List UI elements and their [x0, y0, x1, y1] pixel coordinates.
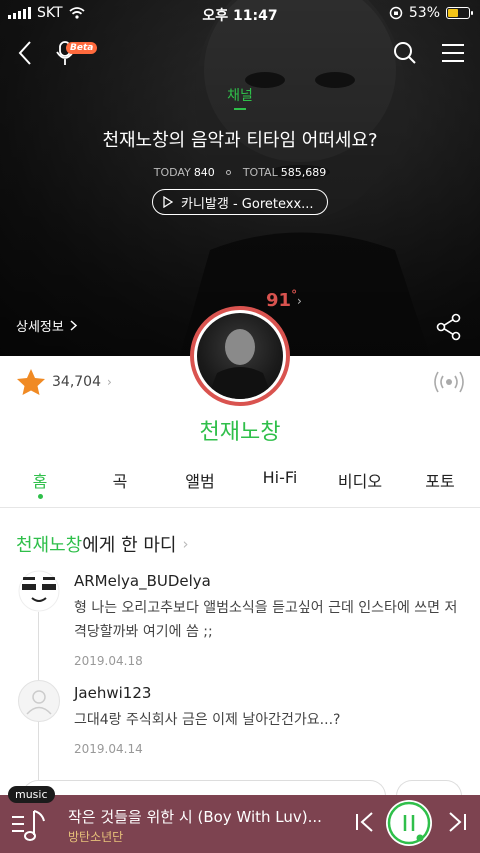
share-icon[interactable]: [436, 313, 462, 341]
skip-next-icon[interactable]: [442, 807, 472, 837]
chevron-right-icon: ›: [182, 535, 189, 553]
channel-track-title: 카니발갱 - Goretexx...: [181, 196, 314, 212]
artist-tabs: 홈 곡 앨범 Hi-Fi 비디오 포토: [0, 466, 480, 506]
comment-date: 2019.04.18: [74, 654, 143, 668]
comment-username[interactable]: Jaehwi123: [74, 684, 151, 702]
tab-photos[interactable]: 포토: [400, 466, 480, 506]
total-count: 585,689: [280, 166, 327, 179]
default-user-icon: [26, 690, 52, 715]
comment-username[interactable]: ARMelya_BUDelya: [74, 572, 211, 590]
divider: [0, 507, 480, 508]
mini-player[interactable]: music 작은 것들을 위한 시 (Boy With Luv)... 방탄소년…: [0, 786, 480, 853]
rotation-lock-icon: [389, 6, 403, 20]
visit-stats: TODAY 840 TOTAL 585,689: [0, 166, 480, 179]
hamburger-menu-icon: [442, 44, 464, 62]
artist-name: 천재노창: [199, 420, 281, 445]
detail-info-link[interactable]: 상세정보: [16, 316, 77, 335]
menu-button[interactable]: [436, 36, 470, 70]
artist-avatar[interactable]: [190, 306, 290, 406]
today-label: TODAY: [153, 166, 191, 179]
comment-text: 형 나는 오리고추보다 앨범소식을 듣고싶어 근데 인스타에 쓰면 저격당할까봐…: [74, 600, 458, 640]
chevron-right-icon: ›: [297, 294, 302, 308]
comment-text: 그대4랑 주식회사 금은 이제 날아간건가요...?: [74, 712, 341, 728]
broadcast-icon[interactable]: [432, 368, 466, 396]
skip-previous-icon[interactable]: [350, 807, 380, 837]
avatar[interactable]: [18, 570, 60, 612]
music-badge: music: [8, 786, 55, 803]
avatar[interactable]: [18, 680, 60, 722]
channel-title: 천재노창의 음악과 티타임 어떠세요?: [102, 130, 378, 151]
back-button[interactable]: [8, 36, 42, 70]
top-navigation: Beta: [0, 36, 480, 70]
tab-albums[interactable]: 앨범: [160, 466, 240, 506]
star-icon: [17, 369, 45, 395]
comments-section-title[interactable]: 천재노창 에게 한 마디 ›: [16, 531, 189, 557]
channel-label: 채널: [227, 88, 253, 104]
chevron-right-icon: [70, 320, 77, 331]
playlist-music-icon[interactable]: [12, 807, 48, 843]
today-count: 840: [193, 166, 215, 179]
status-bar: SKT 오후 11:47 53%: [0, 0, 480, 28]
now-playing-title[interactable]: 작은 것들을 위한 시 (Boy With Luv)...: [68, 806, 338, 827]
battery-icon: [446, 7, 473, 19]
chevron-left-icon: [18, 41, 31, 65]
artist-temperature[interactable]: 91°: [266, 288, 297, 311]
pause-button[interactable]: [386, 800, 432, 846]
fan-count-value: 34,704: [52, 374, 101, 390]
search-icon: [394, 42, 416, 64]
play-icon: [163, 196, 173, 208]
tab-home[interactable]: 홈: [0, 466, 80, 506]
user-avatar-image: [18, 570, 60, 612]
search-button[interactable]: [388, 36, 422, 70]
pause-icon: [387, 801, 431, 845]
comment-date: 2019.04.14: [74, 742, 143, 756]
tab-songs[interactable]: 곡: [80, 466, 160, 506]
channel-track-play-button[interactable]: 카니발갱 - Goretexx...: [152, 189, 328, 215]
beta-badge: Beta: [66, 42, 98, 54]
battery-percent: 53%: [408, 5, 440, 21]
tab-hifi[interactable]: Hi-Fi: [240, 466, 320, 506]
active-tab-indicator: [38, 494, 43, 499]
tab-videos[interactable]: 비디오: [320, 466, 400, 506]
now-playing-artist: 방탄소년단: [68, 830, 124, 844]
total-label: TOTAL: [242, 166, 278, 179]
fan-count[interactable]: 34,704 ›: [16, 368, 112, 396]
channel-divider: [234, 108, 246, 110]
chevron-right-icon: ›: [107, 375, 112, 389]
artist-photo: [207, 329, 273, 399]
